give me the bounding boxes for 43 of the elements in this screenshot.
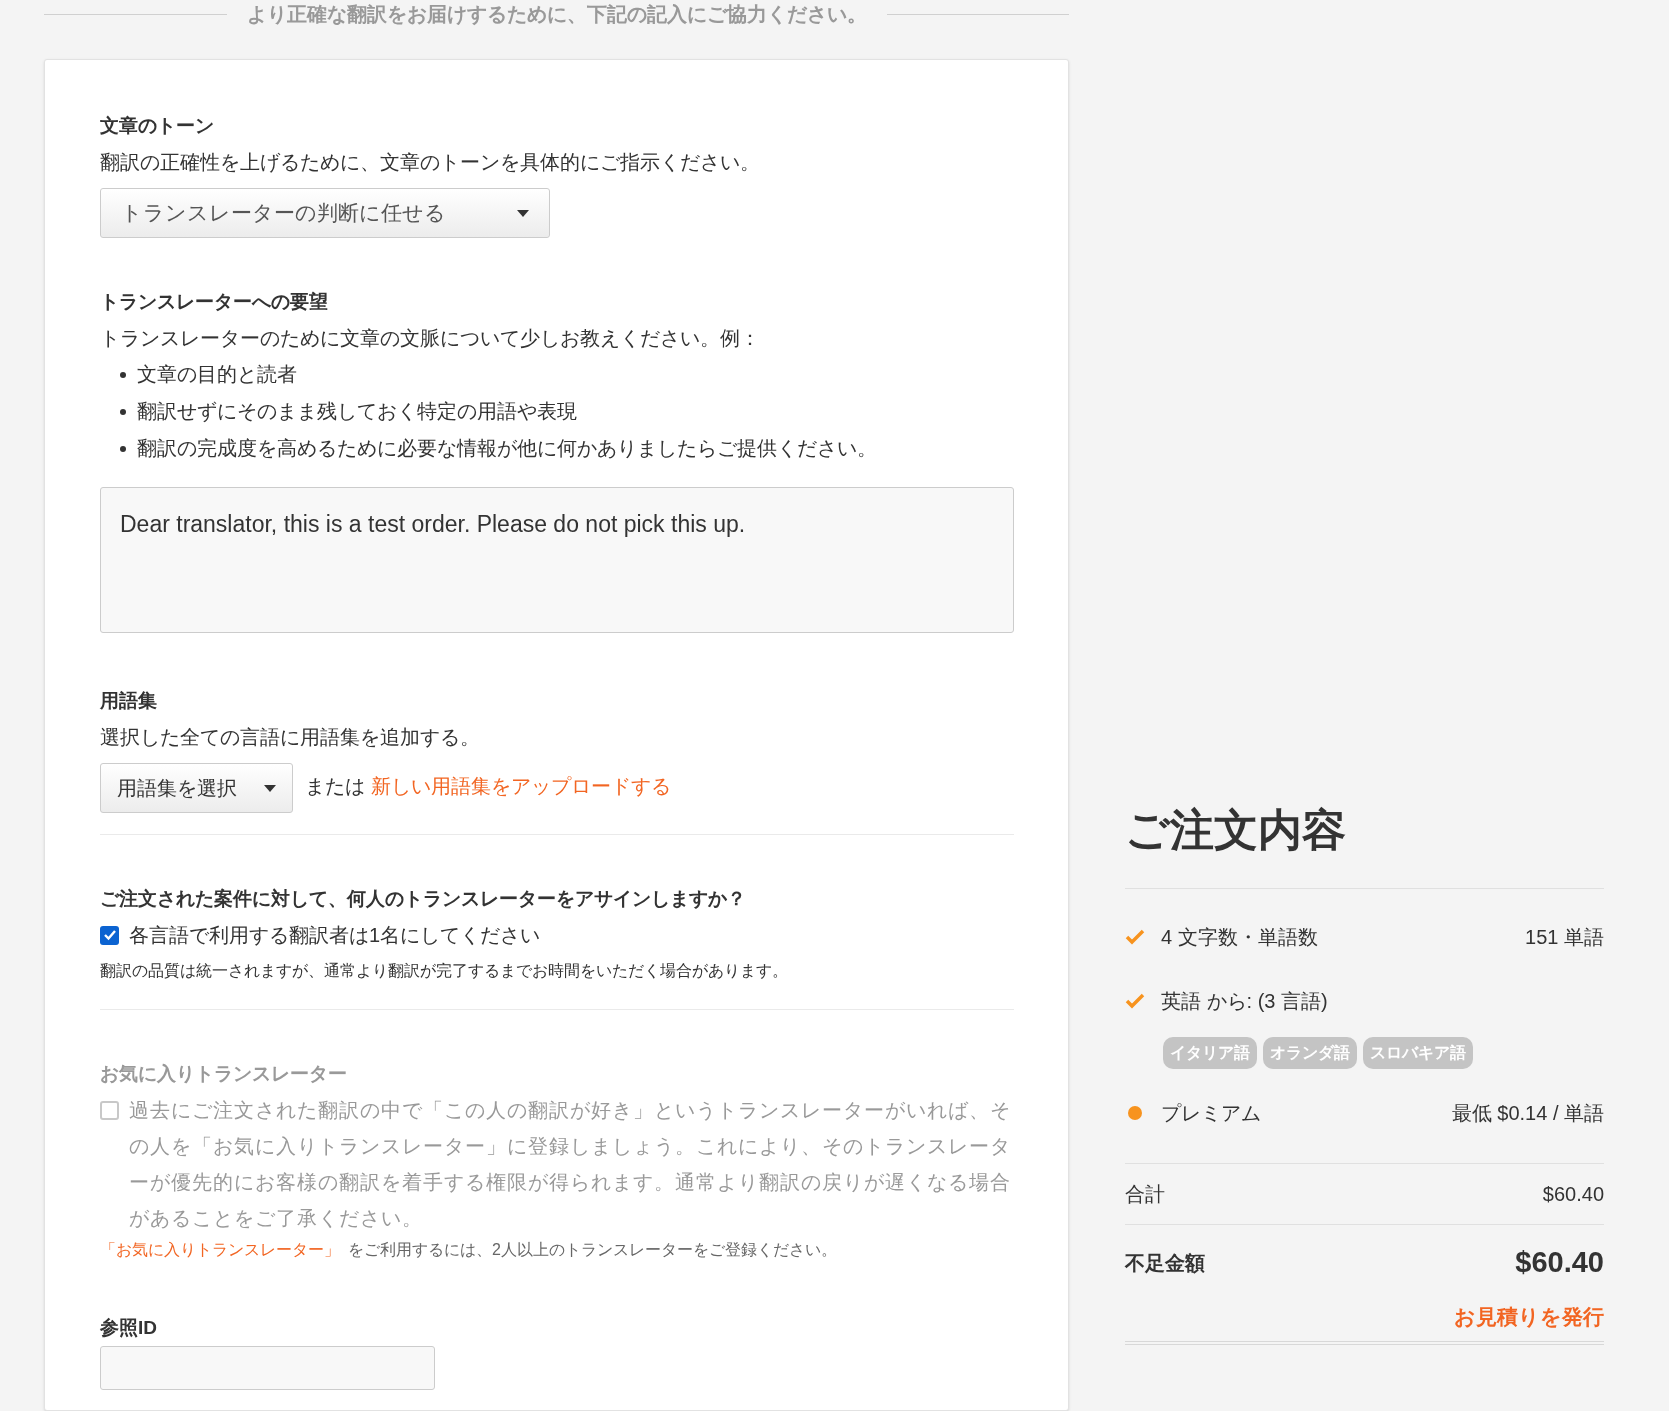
section-heading: 用語集 <box>100 689 158 713</box>
section-description: 選択した全ての言語に用語集を追加する。 <box>100 725 481 750</box>
note-text: をご利用するには、2人以上のトランスレーターをご登録ください。 <box>348 1240 837 1260</box>
caret-icon <box>264 784 276 792</box>
language-tag: オランダ語 <box>1263 1037 1357 1069</box>
message-textarea[interactable]: Dear translator, this is a test order. Please do not pick this up. <box>100 487 1014 633</box>
summary-item-label: 4 文字数・単語数 <box>1161 925 1319 950</box>
language-tag: スロバキア語 <box>1363 1037 1473 1069</box>
list-item-text: 翻訳せずにそのまま残しておく特定の用語や表現 <box>137 399 577 424</box>
tone-select[interactable]: トランスレーターの判断に任せる <box>100 188 550 238</box>
section-description: 翻訳の正確性を上げるために、文章のトーンを具体的にご指示ください。 <box>100 150 761 175</box>
checkbox[interactable] <box>100 925 119 945</box>
subtotal-value: $60.40 <box>1542 1182 1604 1207</box>
language-tag: イタリア語 <box>1163 1037 1257 1069</box>
checkmark-icon <box>1125 929 1145 945</box>
summary-title: ご注文内容 <box>1125 804 1347 856</box>
section-heading: お気に入りトランスレーター <box>100 1062 348 1086</box>
subtotal-label: 合計 <box>1125 1182 1165 1207</box>
summary-item-value: 最低 $0.14 / 単語 <box>1451 1101 1604 1126</box>
section-heading: トランスレーターへの要望 <box>100 290 329 314</box>
summary-item-label: 英語 から: (3 言語) <box>1161 989 1329 1014</box>
note-text: 翻訳の品質は統一されますが、通常より翻訳が完了するまでお時間をいただく場合があります。 <box>100 961 789 981</box>
bullet-icon <box>120 371 126 378</box>
or-text: または <box>305 774 365 799</box>
checkbox-label: 過去にご注文された翻訳の中で「この人の翻訳が好き」というトランスレーターがいれば、その人を「お気に入りトランスレーター」に登録しましょう。これにより、そのトランスレーターが優先的にお客様の翻訳を着手する権限が得られます。通常より翻訳の戻りが遅くなる場合があることをご了承ください。 <box>129 1098 1012 1231</box>
section-heading: ご注文された案件に対して、何人のトランスレーターをアサインしますか？ <box>100 887 747 911</box>
summary-item-value: 151 単語 <box>1525 925 1604 950</box>
list-item-text: 文章の目的と読者 <box>137 362 297 387</box>
section-description: トランスレーターのために文章の文脈について少しお教えください。例： <box>100 326 761 351</box>
banner-text: より正確な翻訳をお届けするために、下記の記入にご協力ください。 <box>246 2 867 27</box>
section-heading: 文章のトーン <box>100 114 215 138</box>
list-item-text: 翻訳の完成度を高めるために必要な情報が他に何かありましたらご提供ください。 <box>137 436 877 461</box>
summary-item-label: プレミアム <box>1161 1101 1262 1126</box>
amount-due-label: 不足金額 <box>1125 1251 1205 1276</box>
section-heading: 参照ID <box>100 1316 158 1340</box>
bullet-icon <box>120 408 126 415</box>
amount-due-value: $60.40 <box>1515 1245 1604 1281</box>
glossary-select[interactable]: 用語集を選択 <box>100 763 293 813</box>
checkmark-icon <box>1125 993 1145 1009</box>
caret-icon <box>517 209 529 217</box>
checkbox-label: 各言語で利用する翻訳者は1名にしてください <box>129 923 541 948</box>
bullet-icon <box>120 445 126 452</box>
reference-id-input[interactable] <box>100 1346 435 1390</box>
